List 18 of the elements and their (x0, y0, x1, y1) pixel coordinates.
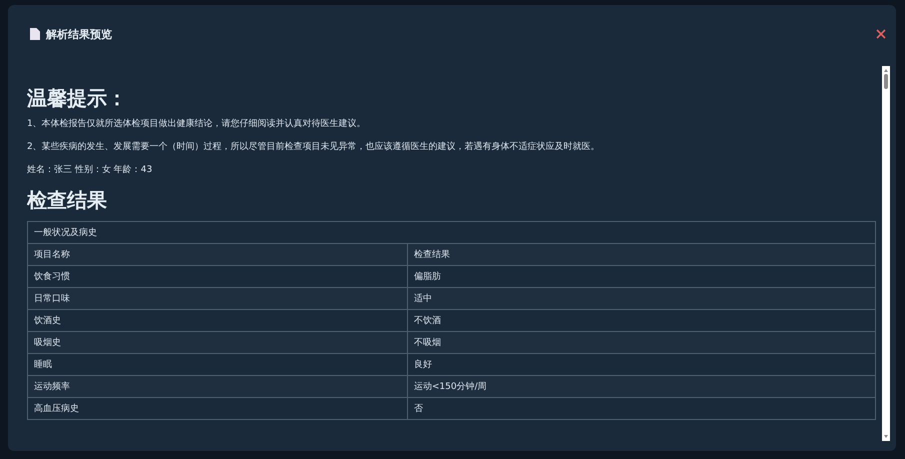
table-cell: 适中 (407, 288, 876, 310)
dialog-title: 解析结果预览 (46, 26, 113, 42)
table-cell: 运动频率 (28, 376, 408, 398)
notice-text: 1、本体检报告仅就所选体检项目做出健康结论，请您仔细阅读并认真对待医生建议。 (27, 119, 367, 130)
table-cell: 日常口味 (28, 288, 408, 310)
section-title: 一般状况及病史 (28, 222, 876, 244)
notice-heading: 温馨提示： (27, 85, 128, 111)
column-header: 项目名称 (28, 244, 408, 266)
table-cell: 高血压病史 (28, 398, 408, 420)
table-cell: 不吸烟 (407, 332, 876, 354)
patient-info: 姓名：张三 性别：女 年龄：43 (27, 164, 154, 176)
document-icon (30, 28, 40, 40)
column-header: 检查结果 (407, 244, 876, 266)
table-cell: 否 (407, 398, 876, 420)
table-cell: 吸烟史 (28, 332, 408, 354)
notice-text: 2、某些疾病的发生、发展需要一个（时间）过程，所以尽管目前检查项目未见异常，也应该遵循医生的建议，若遇有身体不适症状应及时就医。 (27, 142, 601, 153)
close-icon[interactable] (876, 29, 886, 39)
table-cell: 运动<150分钟/周 (407, 376, 876, 398)
